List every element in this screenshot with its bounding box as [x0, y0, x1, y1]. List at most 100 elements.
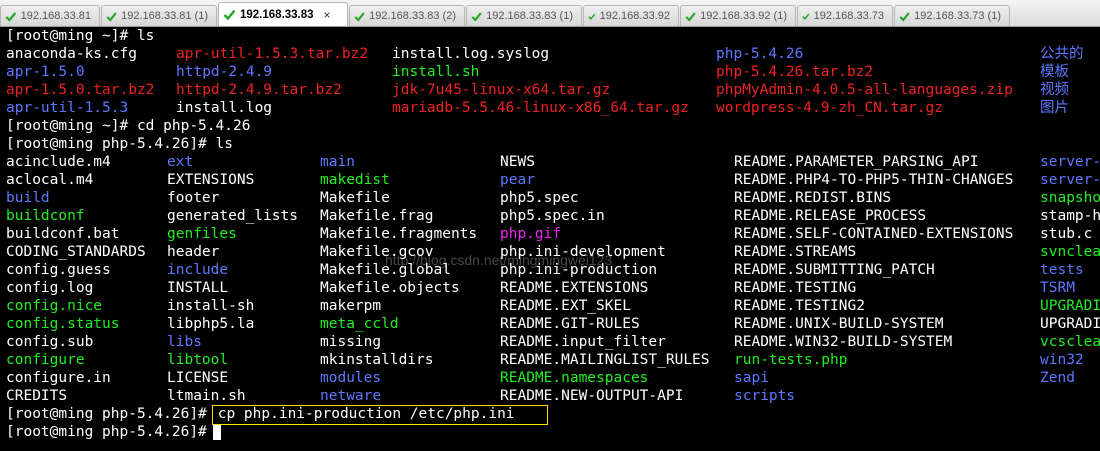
ls-entry: apr-util-1.5.3.tar.bz2 [176, 46, 369, 62]
ls-entry: buildconf [6, 208, 85, 224]
close-icon[interactable]: × [324, 8, 331, 22]
ls-entry: server- [1040, 172, 1100, 188]
session-tab[interactable]: 192.168.33.81 (1) [101, 5, 217, 26]
ls-entry: genfiles [167, 226, 237, 242]
ls-entry: README.GIT-RULES [500, 316, 640, 332]
ls-entry: generated_lists [167, 208, 298, 224]
connected-check-icon [899, 11, 910, 21]
ls-output-row: apr-util-1.5.3 install.log mariadb-5.5.46-… [0, 99, 1100, 117]
ls-entry: 视频 [1040, 82, 1069, 98]
ls-entry: phpMyAdmin-4.0.5-all-languages.zip [716, 82, 1013, 98]
ls-entry: Makefile [320, 190, 390, 206]
ls-entry: README.TESTING2 [734, 298, 865, 314]
ls-entry: libs [167, 334, 202, 350]
ls-entry: run-tests.php [734, 352, 848, 368]
ls-output-row: config.status libphp5.la meta_ccld README.G… [0, 315, 1100, 333]
session-tab[interactable]: 192.168.33.81 [0, 5, 100, 26]
tab-bar: 192.168.33.81 192.168.33.81 (1) 192.168.33… [0, 0, 1100, 27]
ls-entry: php5.spec [500, 190, 579, 206]
ls-entry: jdk-7u45-linux-x64.tar.gz [392, 82, 611, 98]
ls-entry: README.namespaces [500, 370, 649, 386]
ls-entry: php.ini-development [500, 244, 666, 260]
ls-entry: README.RELEASE_PROCESS [734, 208, 927, 224]
ls-entry: aclocal.m4 [6, 172, 94, 188]
ls-entry: README.NEW-OUTPUT-API [500, 388, 684, 404]
prompt-text: [root@ming php-5.4.26]# [6, 406, 207, 422]
prompt-text: [root@ming php-5.4.26]# ls [6, 136, 233, 152]
connected-check-icon [802, 13, 810, 20]
ls-entry: svnclea [1040, 244, 1100, 260]
ls-entry: README.input_filter [500, 334, 666, 350]
ls-output-row: config.sub libs missing README.input_filter… [0, 333, 1100, 351]
ls-output-row: config.nice install-sh makerpm README.EXT_S… [0, 297, 1100, 315]
ls-entry: footer [167, 190, 220, 206]
ls-entry: Makefile.frag [320, 208, 434, 224]
ls-entry: configure.in [6, 370, 111, 386]
ls-entry: sapi [734, 370, 769, 386]
ls-entry: scripts [734, 388, 796, 404]
ls-output-row: apr-1.5.0.tar.bz2 httpd-2.4.9.tar.bz2 jdk-… [0, 81, 1100, 99]
ls-entry: LICENSE [167, 370, 229, 386]
session-tab[interactable]: 192.168.33.92 [583, 5, 679, 26]
ls-output-row: build footer Makefile php5.spec README.REDIS… [0, 189, 1100, 207]
ls-entry: README.WIN32-BUILD-SYSTEM [734, 334, 953, 350]
highlighted-command: cp php.ini-production /etc/php.ini [209, 406, 515, 422]
session-tab[interactable]: 192.168.33.73 [797, 5, 893, 26]
ls-entry: README.MAILINGLIST_RULES [500, 352, 710, 368]
connected-check-icon [354, 11, 365, 21]
ls-entry: meta_ccld [320, 316, 399, 332]
ls-entry: 公共的 [1040, 46, 1084, 62]
ls-entry: config.sub [6, 334, 94, 350]
ls-entry: install-sh [167, 298, 255, 314]
active-prompt-line[interactable]: [root@ming php-5.4.26]# [0, 423, 1100, 441]
ls-entry: stub.c [1040, 226, 1093, 242]
ls-output-row: CODING_STANDARDS header Makefile.gcov php.i… [0, 243, 1100, 261]
ls-entry: makerpm [320, 298, 382, 314]
ls-entry: mariadb-5.5.46-linux-x86_64.tar.gz [392, 100, 689, 116]
ls-entry: mkinstalldirs [320, 352, 434, 368]
ls-entry: pear [500, 172, 535, 188]
session-tab[interactable]: 192.168.33.83 (1) [466, 5, 582, 26]
session-tab[interactable]: 192.168.33.83 (2) [349, 5, 465, 26]
tab-label: 192.168.33.83 (2) [369, 10, 456, 22]
text-cursor [213, 425, 221, 440]
tab-label: 192.168.33.81 [20, 10, 91, 22]
ls-output-row: config.log INSTALL Makefile.objects README.… [0, 279, 1100, 297]
ls-entry: UPGRADI [1040, 316, 1100, 332]
prompt-text: [root@ming php-5.4.26]# [6, 424, 207, 440]
ls-entry: php.gif [500, 226, 562, 242]
ls-entry: main [320, 154, 355, 170]
ls-entry: 模板 [1040, 64, 1069, 80]
ls-entry: README.TESTING [734, 280, 857, 296]
ls-entry: EXTENSIONS [167, 172, 255, 188]
ls-entry: config.nice [6, 298, 103, 314]
session-tab[interactable]: 192.168.33.73 (1) [894, 5, 1010, 26]
tab-label: 192.168.33.73 (1) [914, 10, 1001, 22]
ls-output-row: aclocal.m4 EXTENSIONS makedist pear README.P… [0, 171, 1100, 189]
ls-entry: modules [320, 370, 382, 386]
tab-label: 192.168.33.73 [813, 10, 884, 22]
ls-entry: snapsho [1040, 190, 1100, 206]
ls-entry: CODING_STANDARDS [6, 244, 146, 260]
terminal-output[interactable]: http://blog.csdn.net/mingmingwei123 [roo… [0, 26, 1100, 451]
ls-output-row: buildconf generated_lists Makefile.frag php… [0, 207, 1100, 225]
ls-entry: acinclude.m4 [6, 154, 111, 170]
prompt-text: [root@ming ~]# ls [6, 28, 155, 44]
prompt-line: [root@ming ~]# cd php-5.4.26 [0, 117, 1100, 135]
ls-output-row: buildconf.bat genfiles Makefile.fragments p… [0, 225, 1100, 243]
ls-entry: apr-util-1.5.3 [6, 100, 129, 116]
session-tab[interactable]: 192.168.33.92 (1) [680, 5, 796, 26]
ls-output-row: anaconda-ks.cfg apr-util-1.5.3.tar.bz2 ins… [0, 45, 1100, 63]
connected-check-icon [471, 11, 482, 21]
ls-entry: README.PARAMETER_PARSING_API [734, 154, 979, 170]
ls-entry: wordpress-4.9-zh_CN.tar.gz [716, 100, 943, 116]
session-tab[interactable]: 192.168.33.83 × [218, 2, 348, 26]
ls-output-row: config.guess include Makefile.global php.in… [0, 261, 1100, 279]
ls-entry: win32 [1040, 352, 1084, 368]
ls-output-row: configure.in LICENSE modules README.namespa… [0, 369, 1100, 387]
ls-entry: README.SUBMITTING_PATCH [734, 262, 935, 278]
ls-entry: UPGRADI [1040, 298, 1100, 314]
ls-entry: include [167, 262, 229, 278]
ls-entry: Makefile.global [320, 262, 451, 278]
ls-entry: apr-1.5.0 [6, 64, 85, 80]
